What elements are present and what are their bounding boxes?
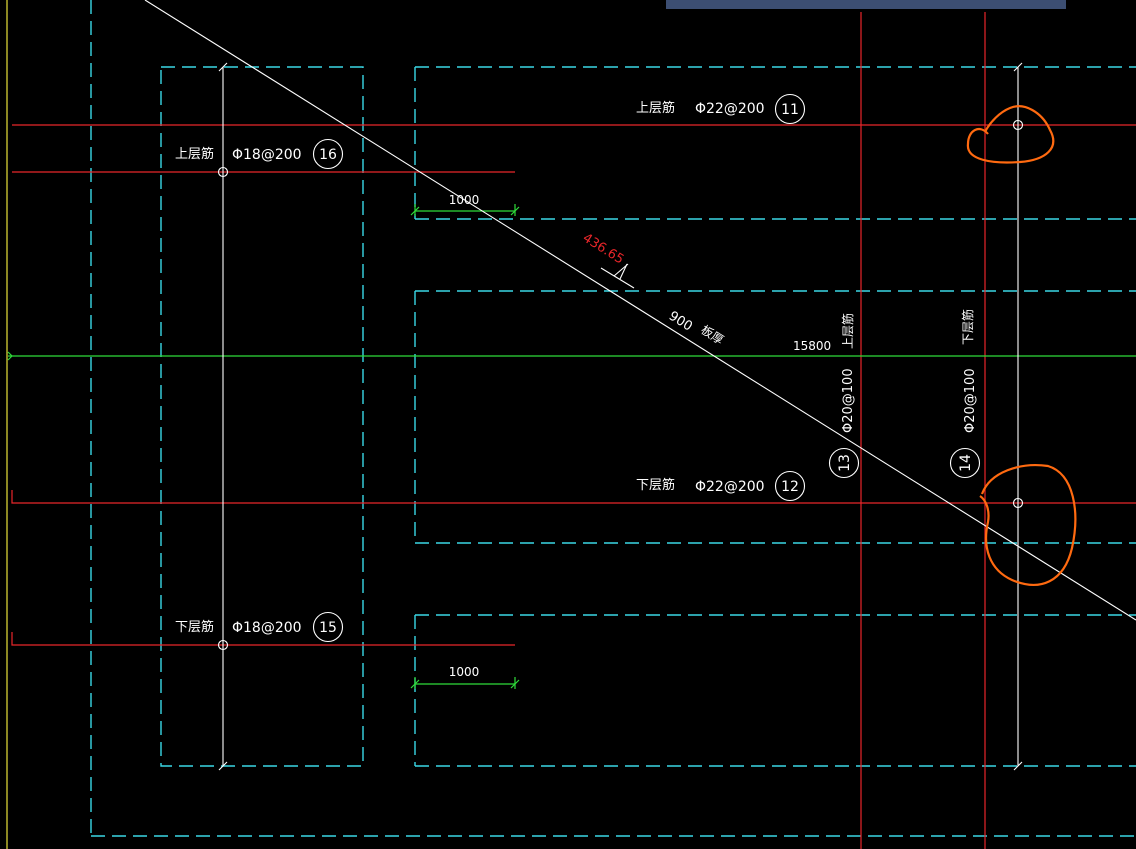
marker-14: 14 (958, 454, 974, 472)
vlabel-top-layer-13: 上层筋 (840, 313, 855, 349)
label-top-layer-16: 上层筋 (175, 146, 214, 162)
dim-1000-bottom: 1000 (449, 665, 480, 679)
marker-12: 12 (781, 479, 799, 495)
cad-drawing-canvas[interactable]: 上层筋 Φ22@200 11 上层筋 Φ18@200 16 1000 下层筋 Φ… (0, 0, 1136, 849)
elevation-15800: 15800 (793, 339, 831, 353)
label-phi18-200-top: Φ18@200 (232, 147, 302, 163)
label-phi18-200-bottom: Φ18@200 (232, 620, 302, 636)
dim-1000-top: 1000 (449, 193, 480, 207)
marker-16: 16 (319, 147, 337, 163)
vlabel-phi20-100-14: Φ20@100 (963, 368, 978, 433)
label-phi22-200-top: Φ22@200 (695, 101, 765, 117)
label-bottom-layer-15: 下层筋 (175, 619, 214, 635)
marker-15: 15 (319, 620, 337, 636)
top-toolbar-strip[interactable] (666, 0, 1066, 9)
vlabel-phi20-100-13: Φ20@100 (841, 368, 856, 433)
label-bottom-layer-12: 下层筋 (636, 477, 675, 493)
label-phi22-200-bottom: Φ22@200 (695, 479, 765, 495)
marker-11: 11 (781, 102, 799, 118)
marker-13: 13 (837, 454, 853, 472)
label-top-layer-11: 上层筋 (636, 100, 675, 116)
vlabel-bottom-layer-14: 下层筋 (960, 309, 975, 345)
